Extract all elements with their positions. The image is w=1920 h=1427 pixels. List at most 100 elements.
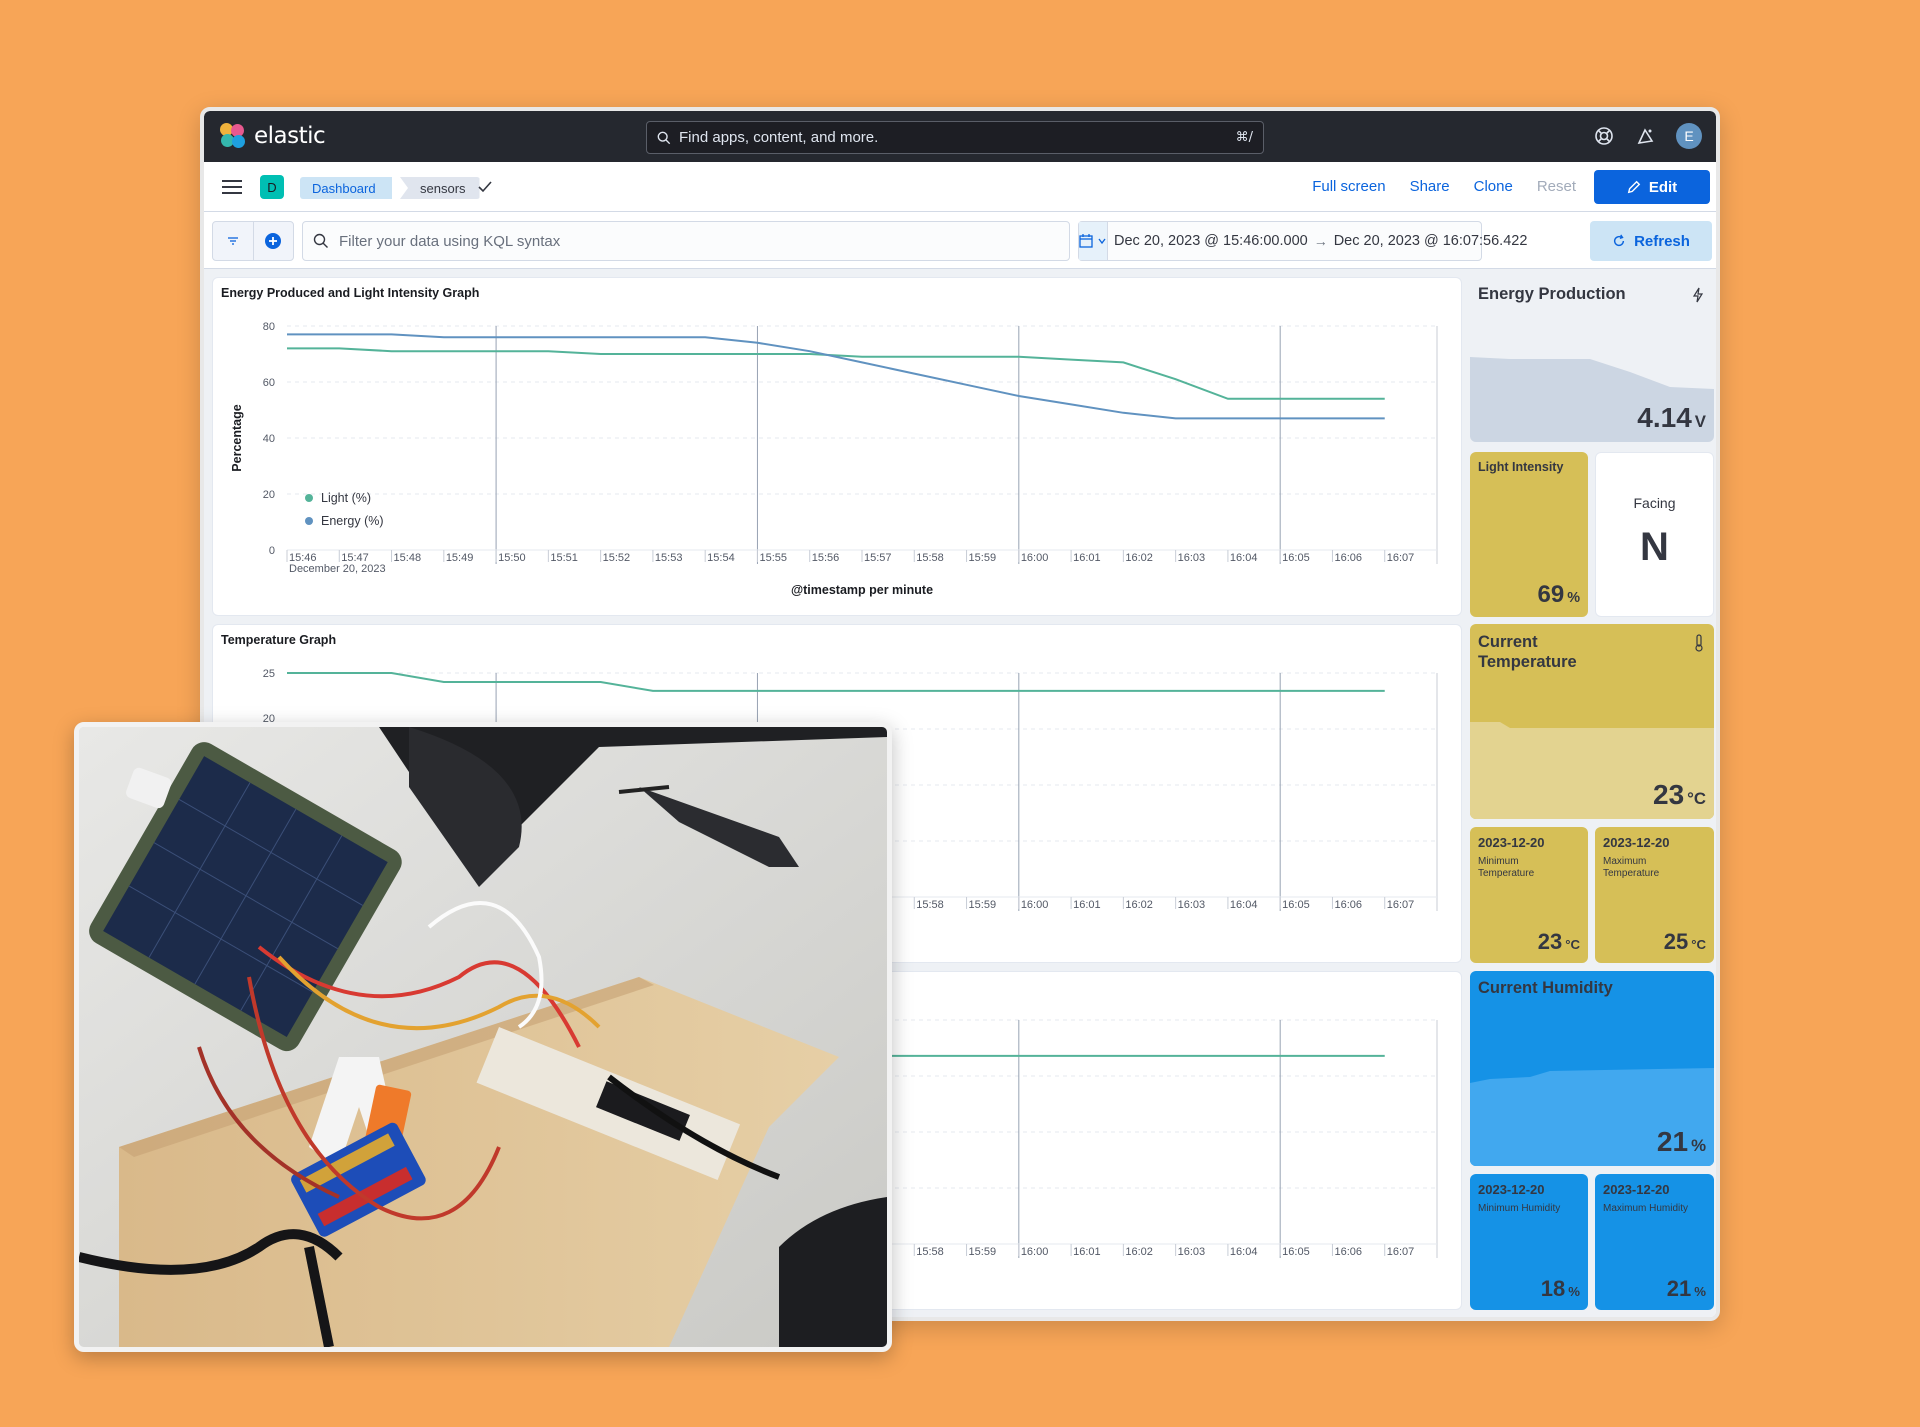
news-feed-icon[interactable] — [1634, 124, 1658, 148]
y-axis-label: Percentage — [230, 404, 244, 471]
edit-label: Edit — [1648, 178, 1678, 196]
y-tick-label: 20 — [263, 489, 275, 501]
y-tick-label: 80 — [263, 321, 275, 333]
x-tick-label: 16:05 — [1282, 1246, 1310, 1258]
arrow-right-icon: → — [1313, 233, 1328, 249]
x-tick-label: 16:03 — [1178, 899, 1206, 911]
elastic-logo[interactable]: elastic — [220, 123, 326, 149]
legend-swatch — [305, 517, 313, 525]
min-temperature-tile: 2023-12-20 Minimum Temperature 23 °C — [1470, 827, 1588, 963]
logo-text: elastic — [254, 123, 326, 149]
quick-date-menu-button[interactable] — [1079, 222, 1108, 260]
x-tick-label: 16:00 — [1021, 899, 1049, 911]
space-badge[interactable]: D — [260, 175, 284, 199]
end-date[interactable]: Dec 20, 2023 @ 16:07:56.422 — [1328, 233, 1534, 249]
series-line — [287, 672, 1385, 692]
x-tick-label: 16:02 — [1125, 899, 1153, 911]
x-tick-label: 15:56 — [812, 552, 840, 564]
tile-value: 4.14 V — [1637, 402, 1706, 433]
thermometer-icon — [1695, 634, 1703, 652]
menu-icon[interactable] — [222, 177, 242, 195]
check-icon — [478, 181, 492, 193]
kql-placeholder: Filter your data using KQL syntax — [339, 232, 561, 250]
x-tick-label: 16:04 — [1230, 899, 1258, 911]
x-tick-label: 15:52 — [603, 552, 631, 564]
tile-value: 69% — [1537, 581, 1581, 608]
x-tick-label: 16:03 — [1178, 552, 1206, 564]
dashboard-header: D Dashboard sensors Full screen Share Cl… — [204, 162, 1716, 212]
x-tick-label: 15:50 — [498, 552, 526, 564]
tile-title: Energy Production — [1478, 285, 1626, 303]
search-placeholder: Find apps, content, and more. — [679, 129, 879, 146]
tile-label: Minimum Temperature — [1478, 856, 1535, 879]
tile-date: 2023-12-20 — [1478, 1182, 1545, 1197]
x-tick-label: 15:59 — [969, 552, 997, 564]
edit-button[interactable]: Edit — [1594, 170, 1710, 204]
search-icon — [657, 131, 671, 144]
breadcrumb-dashboard[interactable]: Dashboard — [300, 177, 392, 199]
tile-value: 21% — [1666, 1276, 1706, 1301]
x-tick-label: 16:05 — [1282, 552, 1310, 564]
x-tick-label: 15:58 — [916, 899, 944, 911]
y-tick-label: 60 — [263, 377, 275, 389]
refresh-button[interactable]: Refresh — [1590, 221, 1712, 261]
facing-tile: Facing N — [1595, 452, 1714, 617]
pencil-icon — [1627, 180, 1641, 194]
chevron-down-icon — [1098, 238, 1106, 245]
full-screen-button[interactable]: Full screen — [1300, 170, 1397, 204]
x-tick-label: 15:54 — [707, 552, 735, 564]
x-tick-label: 15:55 — [759, 552, 787, 564]
series-line — [287, 333, 1385, 420]
x-tick-label: 15:51 — [550, 552, 578, 564]
x-tick-label: 15:59 — [969, 1246, 997, 1258]
x-tick-label: 15:48 — [394, 552, 422, 564]
x-axis-label: @timestamp per minute — [791, 583, 933, 597]
tile-value: 25 °C — [1663, 929, 1706, 954]
x-tick-label: 16:00 — [1021, 552, 1049, 564]
tile-date: 2023-12-20 — [1603, 1182, 1670, 1197]
x-tick-label: 16:06 — [1334, 552, 1362, 564]
y-tick-label: 40 — [263, 433, 275, 445]
help-icon[interactable] — [1592, 124, 1616, 148]
tile-value: N — [1640, 525, 1669, 569]
light-intensity-tile: Light Intensity 69% — [1470, 452, 1588, 617]
date-picker: Dec 20, 2023 @ 15:46:00.000 → Dec 20, 20… — [1078, 221, 1527, 261]
clone-button[interactable]: Clone — [1462, 170, 1525, 204]
tile-title: Light Intensity — [1478, 460, 1564, 474]
add-filter-button[interactable] — [254, 222, 294, 260]
share-button[interactable]: Share — [1398, 170, 1462, 204]
kql-search-input[interactable]: Filter your data using KQL syntax — [302, 221, 1070, 261]
x-tick-label: 16:07 — [1387, 552, 1415, 564]
min-humidity-tile: 2023-12-20 Minimum Humidity 18% — [1470, 1174, 1588, 1310]
x-tick-label: 16:07 — [1387, 1246, 1415, 1258]
current-temperature-tile: Current Temperature 23 °C — [1470, 624, 1714, 819]
tile-title: Current Temperature — [1478, 633, 1577, 671]
tile-title: Current Humidity — [1478, 979, 1613, 997]
filter-options-button[interactable] — [213, 222, 254, 260]
energy-light-chart: 02040608015:46 15:47 15:48 15:49 15:50 15:51 1… — [230, 321, 1438, 597]
user-avatar[interactable]: E — [1676, 123, 1702, 149]
max-humidity-tile: 2023-12-20 Maximum Humidity 21% — [1595, 1174, 1714, 1310]
x-tick-label: 16:03 — [1178, 1246, 1206, 1258]
query-bar: Filter your data using KQL syntax Dec 20… — [204, 212, 1716, 269]
legend-label: Energy (%) — [321, 514, 384, 528]
x-tick-label: 16:02 — [1125, 552, 1153, 564]
legend-swatch — [305, 494, 313, 502]
bolt-icon — [1692, 287, 1704, 303]
tile-value: 23 °C — [1537, 929, 1580, 954]
current-humidity-tile: Current Humidity 21% — [1470, 971, 1714, 1166]
x-tick-label: 15:53 — [655, 552, 683, 564]
x-tick-label: 16:07 — [1387, 899, 1415, 911]
tile-label: Maximum Humidity — [1603, 1203, 1689, 1214]
filter-icon — [227, 237, 238, 245]
search-icon — [313, 233, 328, 248]
start-date[interactable]: Dec 20, 2023 @ 15:46:00.000 — [1108, 233, 1314, 249]
x-tick-label: 15:58 — [916, 552, 944, 564]
tile-value: 23 °C — [1653, 779, 1706, 810]
y-tick-label: 0 — [269, 545, 275, 557]
reset-button[interactable]: Reset — [1525, 170, 1588, 204]
plus-circle-icon — [265, 233, 282, 249]
global-search-input[interactable]: Find apps, content, and more. ⌘/ — [646, 121, 1264, 154]
x-tick-label: 16:05 — [1282, 899, 1310, 911]
refresh-icon — [1614, 234, 1625, 247]
